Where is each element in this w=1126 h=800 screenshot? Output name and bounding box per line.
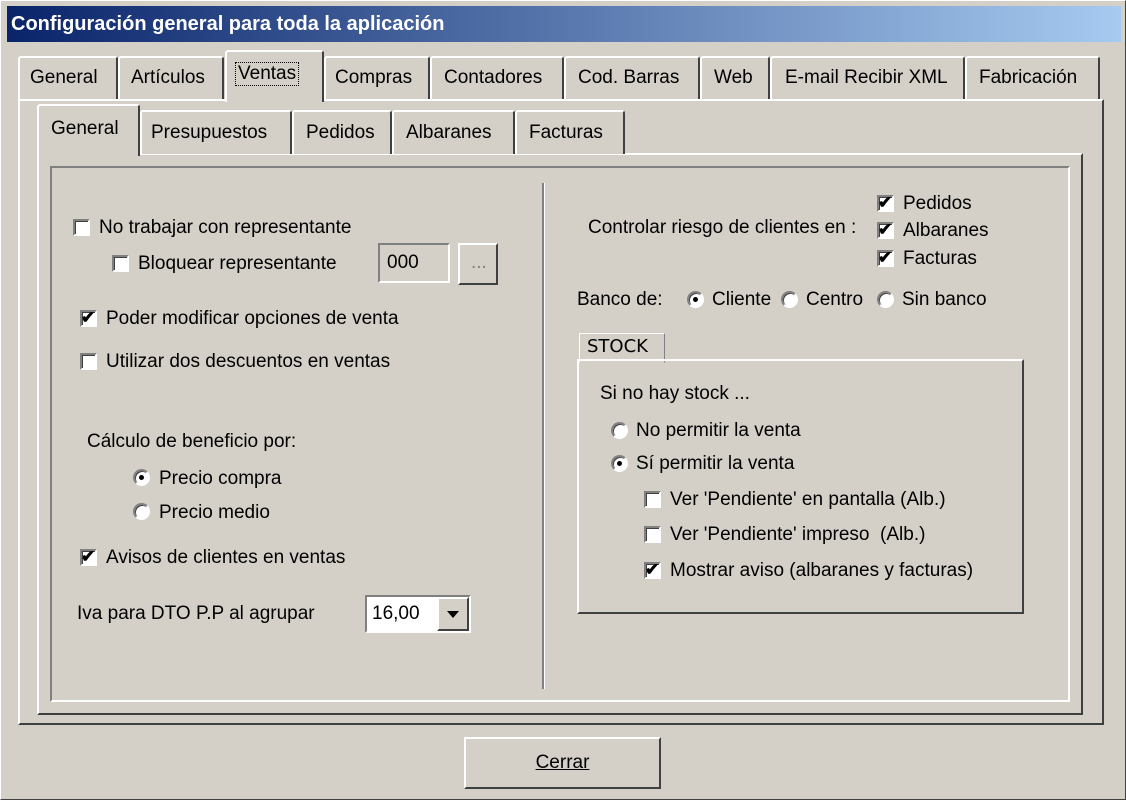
riesgo-pedidos-checkbox[interactable]: ✔ [877,193,894,212]
stock-group: Si no hay stock ... No permitir la venta… [577,359,1024,614]
tab-label: E-mail Recibir XML [785,67,948,88]
bloquear-representante-checkbox[interactable] [112,255,129,272]
banco-centro-label: Centro [806,289,864,310]
banco-label: Banco de: [577,289,663,310]
browse-button-label: ... [471,252,487,273]
no-representante-checkbox[interactable] [73,219,90,236]
iva-dropdown-button[interactable] [437,597,469,631]
tab-contadores[interactable]: Contadores [430,56,564,100]
avisos-clientes-checkbox[interactable]: ✔ [80,547,97,566]
check-icon: ✔ [878,193,893,212]
pendiente-pantalla-label: Ver 'Pendiente' en pantalla (Alb.) [670,489,946,510]
banco-cliente-radio[interactable] [687,291,704,308]
subtab-presupuestos[interactable]: Presupuestos [140,110,292,154]
browse-representante-button[interactable]: ... [458,243,498,285]
check-icon: ✔ [878,220,893,239]
tab-ventas[interactable]: Ventas [225,50,324,102]
pendiente-pantalla-checkbox[interactable] [644,491,661,508]
no-permitir-radio[interactable] [611,422,628,439]
check-icon: ✔ [878,248,893,267]
radio-dot-icon [617,461,622,466]
tab-label: Web [714,67,753,88]
general-subpanel: No trabajar con representante Bloquear r… [37,153,1083,715]
precio-medio-label: Precio medio [159,502,270,523]
banco-sin-label: Sin banco [902,289,987,310]
tab-label: Presupuestos [151,122,268,143]
tab-label: Fabricación [979,67,1078,88]
subtab-facturas[interactable]: Facturas [515,110,625,154]
tab-label: General [51,118,119,139]
riesgo-albaranes-checkbox[interactable]: ✔ [877,220,894,239]
tab-label: Albaranes [406,122,492,143]
riesgo-label: Controlar riesgo de clientes en : [588,217,857,238]
pendiente-impreso-checkbox[interactable] [644,526,661,543]
iva-label: Iva para DTO P.P al agrupar [77,603,315,624]
check-icon: ✔ [81,547,96,566]
tab-label: Ventas [234,62,300,86]
precio-compra-radio[interactable] [133,469,150,486]
no-permitir-label: No permitir la venta [636,420,801,441]
bloquear-representante-label: Bloquear representante [138,253,337,274]
radio-dot-icon [139,475,144,480]
avisos-clientes-label: Avisos de clientes en ventas [106,547,346,568]
radio-dot-icon [693,297,698,302]
riesgo-facturas-label: Facturas [903,248,977,269]
tab-cod-barras[interactable]: Cod. Barras [564,56,700,100]
window-title: Configuración general para toda la aplic… [7,6,1121,42]
riesgo-facturas-checkbox[interactable]: ✔ [877,248,894,267]
tab-articulos[interactable]: Artículos [118,56,224,100]
banco-sin-radio[interactable] [877,291,894,308]
check-icon: ✔ [81,308,96,327]
si-permitir-label: Sí permitir la venta [636,453,795,474]
stock-title: STOCK [587,336,648,357]
modificar-opciones-checkbox[interactable]: ✔ [80,308,97,327]
si-permitir-radio[interactable] [611,455,628,472]
tab-web[interactable]: Web [700,56,770,100]
banco-cliente-label: Cliente [712,289,772,310]
mostrar-aviso-checkbox[interactable]: ✔ [644,560,661,579]
representante-code-value: 000 [387,252,419,273]
modificar-opciones-label: Poder modificar opciones de venta [106,308,399,329]
tab-label: Pedidos [306,122,375,143]
dos-descuentos-checkbox[interactable] [80,353,97,370]
representante-code-field[interactable]: 000 [378,243,450,283]
dos-descuentos-label: Utilizar dos descuentos en ventas [106,351,391,372]
iva-value: 16,00 [372,603,420,624]
riesgo-albaranes-label: Albaranes [903,220,989,241]
subtab-general[interactable]: General [37,104,140,156]
tab-compras[interactable]: Compras [324,56,430,100]
precio-medio-radio[interactable] [133,503,150,520]
stock-heading: Si no hay stock ... [600,383,750,404]
beneficio-heading: Cálculo de beneficio por: [87,431,297,452]
chevron-down-icon [447,611,459,618]
iva-select[interactable]: 16,00 [365,595,471,633]
subtab-albaranes[interactable]: Albaranes [392,110,515,154]
config-window: Configuración general para toda la aplic… [0,0,1126,800]
banco-centro-radio[interactable] [781,291,798,308]
pendiente-impreso-label: Ver 'Pendiente' impreso (Alb.) [670,524,926,545]
check-icon: ✔ [645,560,660,579]
subtab-pedidos[interactable]: Pedidos [292,110,392,154]
mostrar-aviso-label: Mostrar aviso (albaranes y facturas) [670,560,974,581]
tab-label: General [30,67,98,88]
no-representante-label: No trabajar con representante [99,217,352,238]
column-divider [542,183,545,689]
tab-label: Artículos [131,67,205,88]
tab-fabricacion[interactable]: Fabricación [965,56,1100,100]
tab-label: Cod. Barras [578,67,680,88]
close-button-label: Cerrar [535,752,590,773]
tab-label: Facturas [529,122,603,143]
tab-general[interactable]: General [18,56,118,100]
tab-label: Contadores [444,67,543,88]
riesgo-pedidos-label: Pedidos [903,193,972,214]
tab-label: Compras [335,67,413,88]
close-button[interactable]: Cerrar [464,737,661,789]
tab-email-xml[interactable]: E-mail Recibir XML [770,56,965,100]
precio-compra-label: Precio compra [159,468,282,489]
